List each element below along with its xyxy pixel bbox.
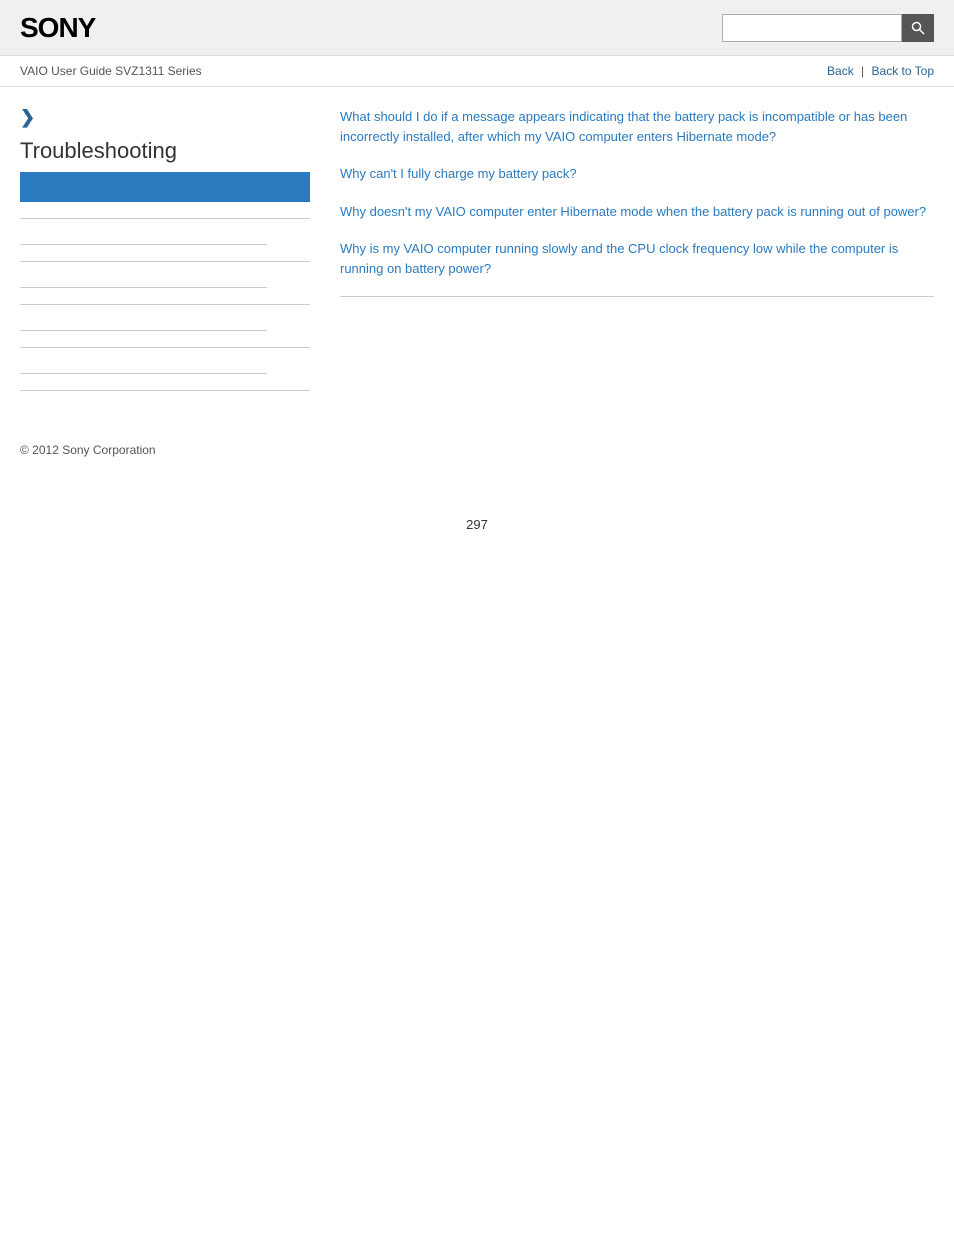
sidebar-link-3[interactable] — [20, 317, 267, 331]
sidebar-divider-5 — [20, 390, 310, 391]
page-number: 297 — [0, 517, 954, 552]
sidebar-title: Troubleshooting — [20, 138, 310, 164]
content-area: What should I do if a message appears in… — [330, 107, 934, 403]
search-input[interactable] — [722, 14, 902, 42]
nav-links: Back | Back to Top — [827, 64, 934, 78]
content-link-2[interactable]: Why can't I fully charge my battery pack… — [340, 164, 934, 184]
sidebar-link-1[interactable] — [20, 231, 267, 245]
sidebar-divider-3 — [20, 304, 310, 305]
content-link-1[interactable]: What should I do if a message appears in… — [340, 107, 934, 146]
search-button[interactable] — [902, 14, 934, 42]
sidebar: ❯ Troubleshooting — [20, 107, 330, 403]
sidebar-active-item[interactable] — [20, 172, 310, 202]
sidebar-link-2[interactable] — [20, 274, 267, 288]
content-link-4[interactable]: Why is my VAIO computer running slowly a… — [340, 239, 934, 278]
sidebar-link-4[interactable] — [20, 360, 267, 374]
chevron-right-icon: ❯ — [20, 107, 310, 128]
guide-title: VAIO User Guide SVZ1311 Series — [20, 64, 202, 78]
nav-separator: | — [861, 64, 864, 78]
main-content: ❯ Troubleshooting What should I do if a … — [0, 87, 954, 423]
content-link-3[interactable]: Why doesn't my VAIO computer enter Hiber… — [340, 202, 934, 222]
back-to-top-link[interactable]: Back to Top — [872, 64, 934, 78]
sidebar-divider-2 — [20, 261, 310, 262]
sidebar-divider-1 — [20, 218, 310, 219]
header: SONY — [0, 0, 954, 56]
search-icon — [911, 21, 925, 35]
sidebar-divider-4 — [20, 347, 310, 348]
search-area — [722, 14, 934, 42]
back-link[interactable]: Back — [827, 64, 854, 78]
nav-bar: VAIO User Guide SVZ1311 Series Back | Ba… — [0, 56, 954, 87]
footer: © 2012 Sony Corporation — [0, 423, 954, 477]
sony-logo: SONY — [20, 12, 95, 44]
content-divider — [340, 296, 934, 297]
copyright: © 2012 Sony Corporation — [20, 443, 156, 457]
